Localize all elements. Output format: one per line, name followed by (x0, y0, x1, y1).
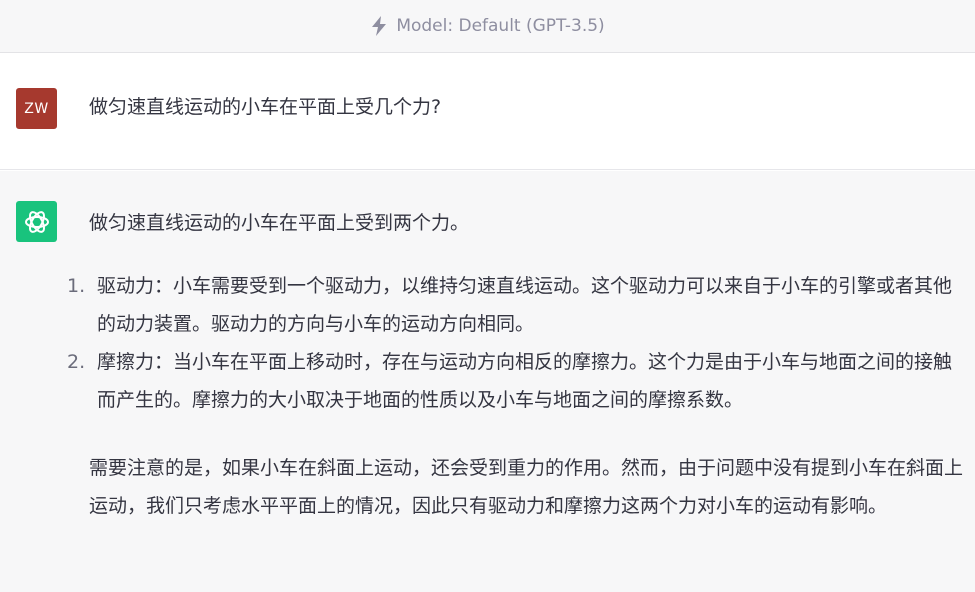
openai-logo-icon (16, 201, 57, 242)
assistant-note: 需要注意的是，如果小车在斜面上运动，还会受到重力的作用。然而，由于问题中没有提到… (89, 457, 964, 517)
bolt-icon (370, 16, 388, 36)
assistant-list: 1. 驱动力：小车需要受到一个驱动力，以维持匀速直线运动。这个驱动力可以来自于小… (67, 267, 969, 419)
model-label: Model: Default (GPT-3.5) (396, 16, 605, 36)
list-number: 2. (67, 351, 86, 373)
user-message-text: 做匀速直线运动的小车在平面上受几个力? (89, 96, 442, 118)
assistant-message: 做匀速直线运动的小车在平面上受到两个力。 1. 驱动力：小车需要受到一个驱动力，… (0, 171, 975, 592)
model-header: Model: Default (GPT-3.5) (0, 0, 975, 53)
list-item-text: 驱动力：小车需要受到一个驱动力，以维持匀速直线运动。这个驱动力可以来自于小车的引… (97, 275, 953, 335)
user-message: ZW 做匀速直线运动的小车在平面上受几个力? (0, 53, 975, 170)
assistant-message-content: 做匀速直线运动的小车在平面上受到两个力。 1. 驱动力：小车需要受到一个驱动力，… (67, 204, 969, 525)
list-item: 2. 摩擦力：当小车在平面上移动时，存在与运动方向相反的摩擦力。这个力是由于小车… (67, 343, 969, 419)
user-avatar: ZW (16, 88, 57, 129)
list-item: 1. 驱动力：小车需要受到一个驱动力，以维持匀速直线运动。这个驱动力可以来自于小… (67, 267, 969, 343)
list-number: 1. (67, 275, 86, 297)
assistant-intro: 做匀速直线运动的小车在平面上受到两个力。 (89, 212, 470, 234)
user-avatar-initials: ZW (24, 100, 49, 117)
list-item-text: 摩擦力：当小车在平面上移动时，存在与运动方向相反的摩擦力。这个力是由于小车与地面… (97, 351, 953, 411)
